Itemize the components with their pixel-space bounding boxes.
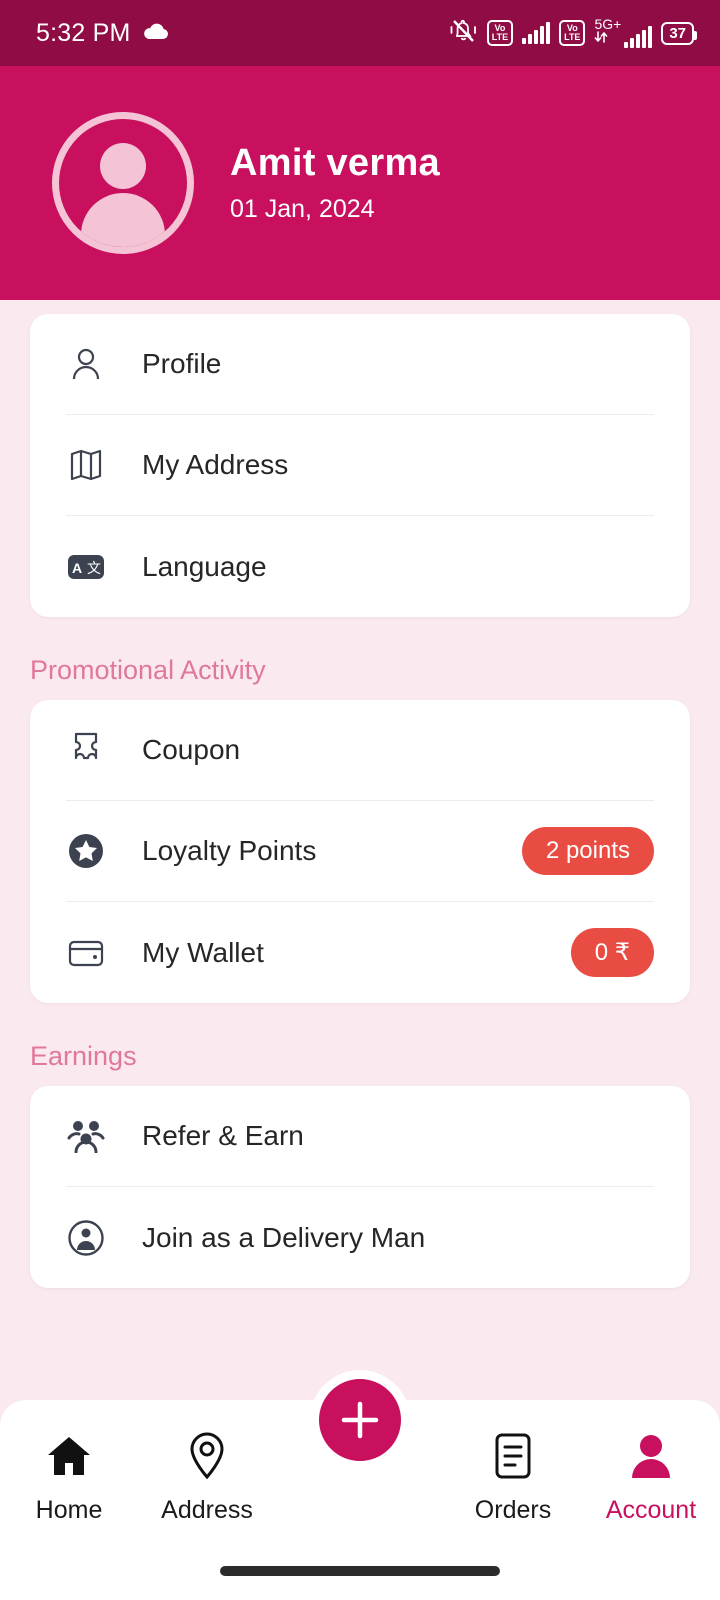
nav-item-label: Orders	[474, 1496, 552, 1524]
menu-item-label: Loyalty Points	[142, 835, 317, 866]
battery-indicator: 37	[661, 21, 697, 45]
status-bar: 5:32 PM Vo LTE Vo LTE 5G+ 37	[0, 0, 720, 66]
person-icon	[66, 344, 106, 384]
group-icon	[66, 1116, 106, 1156]
nav-item-address[interactable]: Address	[147, 1428, 267, 1525]
nav-item-label: Home	[35, 1496, 103, 1524]
wallet-balance-badge: 0 ₹	[570, 928, 654, 977]
menu-item-label: Join as a Delivery Man	[142, 1221, 426, 1253]
menu-item-loyalty-points[interactable]: Loyalty Points 2 points	[66, 801, 654, 902]
user-name: Amit verma	[230, 142, 440, 184]
menu-item-label: Refer & Earn	[142, 1120, 304, 1151]
status-bar-left: 5:32 PM	[36, 19, 169, 48]
menu-item-profile[interactable]: Profile	[66, 314, 654, 415]
nav-item-label: Address	[161, 1496, 253, 1524]
menu-item-my-wallet[interactable]: My Wallet 0 ₹	[66, 902, 654, 1003]
avatar-body	[81, 193, 165, 247]
account-content: Profile My Address A 文 Language Promotio…	[0, 300, 720, 1288]
network-indicator: 5G+	[594, 16, 653, 48]
loyalty-points-badge: 2 points	[521, 827, 654, 875]
avatar[interactable]	[52, 112, 194, 254]
menu-item-my-address[interactable]: My Address	[66, 415, 654, 516]
svg-text:文: 文	[87, 560, 101, 576]
location-icon	[187, 1428, 227, 1484]
delivery-man-icon	[66, 1218, 106, 1258]
menu-item-label: Profile	[142, 348, 222, 379]
app-screen: 5:32 PM Vo LTE Vo LTE 5G+ 37 Amit verma …	[0, 0, 720, 1600]
plus-icon	[336, 1396, 384, 1444]
translate-icon: A 文	[66, 547, 106, 587]
section-title-promotional: Promotional Activity	[30, 655, 266, 685]
menu-item-coupon[interactable]: Coupon	[66, 700, 654, 801]
menu-item-label: Language	[142, 550, 267, 582]
earnings-card: Refer & Earn Join as a Delivery Man	[30, 1086, 690, 1288]
network-label: 5G+	[594, 16, 622, 32]
menu-item-label: My Wallet	[142, 936, 264, 968]
account-icon	[629, 1428, 673, 1484]
nav-item-orders[interactable]: Orders	[453, 1428, 573, 1525]
add-button[interactable]	[310, 1370, 410, 1470]
status-bar-right: Vo LTE Vo LTE 5G+ 37	[450, 16, 697, 49]
user-join-date: 01 Jan, 2024	[230, 195, 375, 223]
volte-icon-1: Vo LTE	[486, 20, 514, 46]
cloud-icon	[143, 22, 169, 45]
menu-item-refer-and-earn[interactable]: Refer & Earn	[66, 1086, 654, 1187]
promotional-card: Coupon Loyalty Points 2 points My Wallet…	[30, 700, 690, 1003]
home-indicator	[220, 1566, 500, 1576]
profile-header-text: Amit verma 01 Jan, 2024	[230, 142, 440, 224]
nav-item-label: Account	[605, 1496, 697, 1524]
status-bar-clock: 5:32 PM	[36, 18, 131, 47]
svg-text:A: A	[72, 560, 82, 576]
bottom-navigation-bar: Home Address Orders Account	[0, 1370, 720, 1600]
map-icon	[66, 445, 106, 485]
data-arrows-icon	[594, 30, 608, 48]
menu-item-language[interactable]: A 文 Language	[66, 516, 654, 617]
orders-icon	[494, 1428, 532, 1484]
home-icon	[45, 1428, 93, 1484]
star-icon	[66, 831, 106, 871]
wallet-icon	[66, 933, 106, 973]
signal-bars-icon-1	[522, 22, 551, 44]
account-settings-card: Profile My Address A 文 Language	[30, 314, 690, 617]
profile-header: Amit verma 01 Jan, 2024	[0, 66, 720, 300]
avatar-head	[100, 143, 146, 189]
bell-muted-icon	[450, 18, 478, 49]
menu-item-label: My Address	[142, 449, 289, 480]
nav-item-account[interactable]: Account	[591, 1428, 711, 1525]
coupon-icon	[66, 730, 106, 770]
menu-item-join-delivery-man[interactable]: Join as a Delivery Man	[66, 1187, 654, 1288]
signal-bars-icon-2	[624, 26, 653, 48]
volte-icon-2: Vo LTE	[559, 20, 586, 46]
menu-item-label: Coupon	[142, 734, 241, 765]
section-title-earnings: Earnings	[30, 1041, 137, 1071]
nav-item-home[interactable]: Home	[9, 1428, 129, 1525]
